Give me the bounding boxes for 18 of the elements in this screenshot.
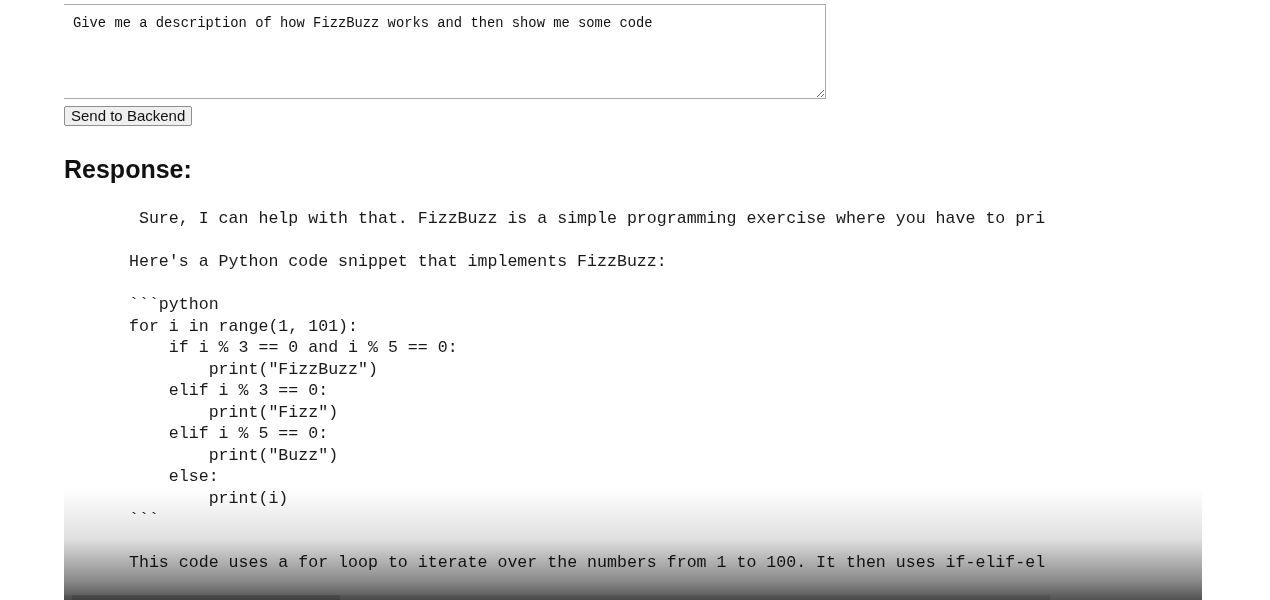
- response-line: elif i % 3 == 0:: [167, 381, 329, 400]
- response-line: print("Fizz"): [207, 402, 339, 422]
- response-line: else:: [167, 467, 219, 486]
- response-line: This code uses a for loop to iterate over the numbers from 1 to 100. It then uses if-elif-el: [129, 553, 1046, 572]
- send-button[interactable]: Send to Backend: [64, 105, 193, 126]
- response-line: Here's a Python code snippet that implements FizzBuzz:: [129, 252, 667, 271]
- response-line: elif i % 5 == 0:: [167, 424, 329, 443]
- response-line: ```: [129, 510, 159, 529]
- prompt-field[interactable]: Give me a description of how FizzBuzz works and then show me some code: [64, 4, 826, 99]
- response-line: Sure, I can help with that. FizzBuzz is a simple programming exercise where you have to pri: [137, 209, 1046, 228]
- scrollbar-thumb[interactable]: [72, 595, 340, 600]
- response-heading: Response:: [64, 154, 192, 184]
- response-line: print(i): [207, 488, 289, 508]
- response-line: for i in range(1, 101):: [129, 316, 359, 336]
- response-line: print("FizzBuzz"): [207, 359, 378, 379]
- response-line: ```python: [129, 295, 219, 314]
- response-line: print("Buzz"): [207, 445, 339, 465]
- response-line: if i % 3 == 0 and i % 5 == 0:: [167, 338, 458, 357]
